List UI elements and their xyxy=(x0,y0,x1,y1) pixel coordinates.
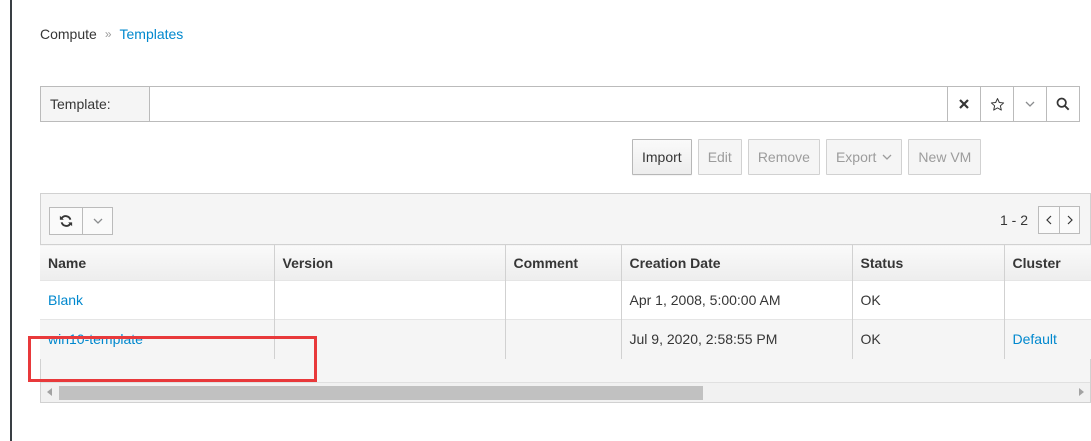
next-page-button[interactable] xyxy=(1059,207,1079,233)
table-row[interactable]: Blank Apr 1, 2008, 5:00:00 AM OK xyxy=(40,280,1091,320)
clear-search-button[interactable] xyxy=(947,87,980,121)
chevron-down-icon xyxy=(882,154,892,160)
chevron-down-icon xyxy=(1025,101,1035,107)
horizontal-scrollbar[interactable] xyxy=(41,382,1090,402)
search-label: Template: xyxy=(41,87,150,121)
refresh-group xyxy=(49,207,113,235)
export-button[interactable]: Export xyxy=(825,139,903,175)
export-label: Export xyxy=(835,149,877,165)
template-link[interactable]: Blank xyxy=(48,292,83,308)
cell-cluster: Default xyxy=(1004,319,1091,359)
cell-creation-date: Apr 1, 2008, 5:00:00 AM xyxy=(621,280,853,320)
scroll-left-arrow[interactable] xyxy=(47,388,52,396)
edit-button[interactable]: Edit xyxy=(697,139,742,175)
search-input[interactable] xyxy=(150,87,947,121)
pager-buttons xyxy=(1038,206,1080,234)
column-header-creation-date[interactable]: Creation Date xyxy=(621,244,853,281)
action-toolbar: Import Edit Remove Export New VM xyxy=(632,139,982,175)
scroll-right-arrow[interactable] xyxy=(1079,388,1084,396)
new-vm-button[interactable]: New VM xyxy=(908,139,982,175)
pager: 1 - 2 xyxy=(1000,206,1080,234)
cell-name: Blank xyxy=(40,280,275,320)
breadcrumb-compute[interactable]: Compute xyxy=(40,26,97,42)
column-header-status[interactable]: Status xyxy=(852,244,1005,281)
pager-count: 1 - 2 xyxy=(999,212,1028,228)
column-header-version[interactable]: Version xyxy=(274,244,506,281)
scrollbar-thumb[interactable] xyxy=(59,386,703,400)
refresh-interval-dropdown[interactable] xyxy=(82,208,112,234)
grid-toolbar: 1 - 2 xyxy=(41,194,1090,244)
cell-version xyxy=(274,280,506,320)
chevron-down-icon xyxy=(93,218,102,224)
cell-cluster xyxy=(1004,280,1091,320)
cell-comment xyxy=(505,280,622,320)
column-header-cluster[interactable]: Cluster xyxy=(1004,244,1091,281)
cell-status: OK xyxy=(852,319,1005,359)
left-border xyxy=(10,0,12,441)
star-icon xyxy=(990,97,1004,111)
breadcrumb: Compute » Templates xyxy=(40,26,183,42)
search-options-dropdown[interactable] xyxy=(1013,87,1046,121)
import-button[interactable]: Import xyxy=(632,139,692,175)
column-header-comment[interactable]: Comment xyxy=(505,244,622,281)
highlight-annotation xyxy=(28,336,317,382)
cell-status: OK xyxy=(852,280,1005,320)
breadcrumb-templates[interactable]: Templates xyxy=(120,26,184,42)
remove-button[interactable]: Remove xyxy=(747,139,820,175)
cell-creation-date: Jul 9, 2020, 2:58:55 PM xyxy=(621,319,853,359)
breadcrumb-separator: » xyxy=(104,27,112,41)
refresh-button[interactable] xyxy=(50,208,82,234)
cell-comment xyxy=(505,319,622,359)
clear-icon xyxy=(959,99,969,109)
column-header-name[interactable]: Name xyxy=(40,244,275,281)
cluster-link[interactable]: Default xyxy=(1013,331,1057,347)
search-bar: Template: xyxy=(40,86,1080,122)
search-icon xyxy=(1056,97,1070,111)
refresh-icon xyxy=(59,215,73,227)
search-button[interactable] xyxy=(1046,87,1079,121)
chevron-right-icon xyxy=(1067,215,1073,225)
bookmark-button[interactable] xyxy=(980,87,1013,121)
prev-page-button[interactable] xyxy=(1039,207,1059,233)
chevron-left-icon xyxy=(1046,215,1052,225)
table-header-row: Name Version Comment Creation Date Statu… xyxy=(40,244,1091,281)
